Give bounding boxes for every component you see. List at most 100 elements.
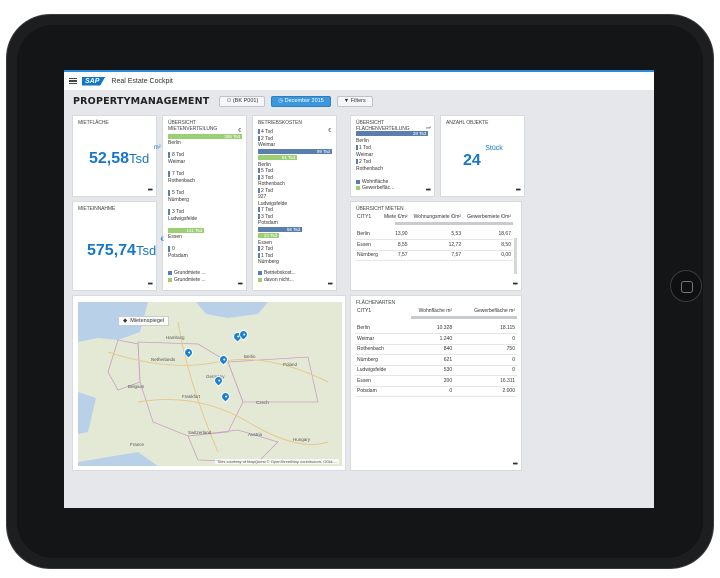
tile-title: ANZAHL OBJEKTE <box>446 120 489 126</box>
chart-bar[interactable] <box>258 187 260 193</box>
table-row[interactable]: Berlin 10.328 18.115 <box>355 323 517 334</box>
cell: Ludwigsfelde <box>355 365 402 376</box>
map-label: Netherlands <box>151 357 176 362</box>
more-icon[interactable]: ••• <box>516 187 521 194</box>
category-label: Rothenbach <box>168 178 195 184</box>
tile-uebersicht-mieten[interactable]: ÜBERSICHT MIETEN CITY1 Miete €/m² Wohnun… <box>350 201 522 291</box>
filters-button[interactable]: ▼ Filters <box>336 95 373 107</box>
chart-bar[interactable] <box>168 171 170 177</box>
cell: 10.328 <box>401 323 455 334</box>
tile-anzahl-objekte[interactable]: ANZAHL OBJEKTE 24 Stück ••• <box>440 115 525 197</box>
more-icon[interactable]: ••• <box>328 281 333 288</box>
category-label: Weimar <box>258 142 276 148</box>
map-label: Switzerland <box>188 430 212 435</box>
mieten-table: CITY1 Miete €/m² Wohnungsmiete €/m² Gewe… <box>355 214 513 261</box>
column-header[interactable]: Gewerbemiete €/m² <box>463 214 513 220</box>
chart-bar[interactable] <box>168 152 170 158</box>
category-label: Potsdam <box>258 220 278 226</box>
table-row[interactable]: Ludwigsfelde 530 0 <box>355 365 517 376</box>
legend-swatch <box>258 278 262 282</box>
bar-label: 7 Tsd <box>172 171 184 177</box>
chart-bar[interactable]: 23 Tsd <box>258 233 279 238</box>
bar-label: 2 Tsd <box>261 135 273 142</box>
home-button[interactable] <box>670 270 702 302</box>
kpi-value: 24 <box>463 152 481 169</box>
chart-bar[interactable]: 141 Tsd <box>168 228 204 233</box>
table-row[interactable]: Rothenbach 840 750 <box>355 344 517 355</box>
table-row[interactable]: Nürnberg 7,57 7,57 0,00 <box>355 250 513 261</box>
tile-map[interactable]: ◆ Mietenspiegel Hamburg Netherlands Belgi… <box>72 295 346 471</box>
chart-bar[interactable] <box>258 252 260 258</box>
more-icon[interactable]: ••• <box>513 281 518 288</box>
tile-mietverteilung[interactable]: ÜBERSICHT MIETENVERTEILUNG € 286 Tsd Berl… <box>162 115 247 291</box>
chart-bar[interactable] <box>258 213 260 219</box>
chart-bar[interactable] <box>258 246 260 251</box>
scrollbar[interactable] <box>514 238 517 274</box>
filter-icon: ▼ <box>343 98 351 104</box>
category-label: Weimar <box>168 159 186 165</box>
table-row[interactable]: Essen 200 16.311 <box>355 375 517 387</box>
app-screen: SAP Real Estate Cockpit PROPERTYMANAGEME… <box>64 70 654 508</box>
chart-bar[interactable] <box>356 159 358 164</box>
table-row[interactable]: Nürnberg 621 0 <box>355 354 517 366</box>
tile-mietflaeche[interactable]: MIETFLÄCHE 52,58Tsd m² ••• <box>72 115 161 197</box>
layer-toggle[interactable]: ◆ Mietenspiegel <box>118 316 170 326</box>
table-row[interactable]: Potsdam 0 2.000 <box>355 386 517 397</box>
legend-label: davon nicht... <box>264 277 294 283</box>
bar-label: 99 Tsd <box>316 148 330 154</box>
cell: 840 <box>401 344 455 355</box>
chart-bar[interactable]: 99 Tsd <box>258 148 332 154</box>
chart-bar[interactable]: 51 Tsd <box>258 155 297 160</box>
tile-flaechenverteilung[interactable]: ÜBERSICHT FLÄCHENVERTEILUNG m² 28 Tsd Ber… <box>350 115 435 197</box>
kpi-unit: Stück <box>485 144 503 152</box>
app-title: Real Estate Cockpit <box>111 77 173 85</box>
bar-label: 3 Tsd <box>261 174 273 181</box>
chart-bar[interactable] <box>258 135 260 141</box>
chart-bar[interactable] <box>168 190 170 196</box>
more-icon[interactable]: ••• <box>148 187 153 194</box>
legend-label: Betriebskost... <box>264 270 296 276</box>
more-icon[interactable]: ••• <box>148 281 153 288</box>
chart-bar[interactable] <box>258 168 260 173</box>
chart-bar[interactable]: 286 Tsd <box>168 134 242 139</box>
more-icon[interactable]: ••• <box>513 461 518 468</box>
tile-title: FLÄCHENARTEN <box>356 300 395 306</box>
kpi-mietflaeche: 52,58Tsd m² <box>89 145 161 168</box>
bar-label: 5 Tsd <box>172 190 184 196</box>
chart-bar[interactable]: 28 Tsd <box>356 131 428 136</box>
chart-bar[interactable]: 56 Tsd <box>258 226 302 232</box>
date-button[interactable]: ◷ December 2015 <box>271 95 331 107</box>
chart-bar[interactable] <box>168 246 170 252</box>
chart-bar[interactable] <box>168 209 170 215</box>
bar-label: 2 Tsd <box>261 246 273 252</box>
tile-flaechenarten[interactable]: FLÄCHENARTEN CITY1 Wohnfläche m² Gewerbe… <box>350 295 522 471</box>
more-icon[interactable]: ••• <box>426 187 431 194</box>
chart-bar[interactable] <box>258 129 260 134</box>
category-label: Rothenbach <box>258 181 285 187</box>
tile-betriebskosten[interactable]: BETRIEBSKOSTEN € 4 Tsd 2 Tsd Weimar 99 Tsd 5… <box>252 115 337 291</box>
category-label: Potsdam <box>168 253 188 259</box>
map-view[interactable]: ◆ Mietenspiegel Hamburg Netherlands Belgi… <box>78 302 342 466</box>
bar-label: 3 Tsd <box>261 213 273 220</box>
more-icon[interactable]: ••• <box>238 281 243 288</box>
table-row[interactable]: Weimar 1.240 0 <box>355 333 517 345</box>
category-label: Rothenbach <box>356 166 383 172</box>
chart-bar[interactable] <box>258 174 260 180</box>
kpi-value: 52,58 <box>89 150 130 167</box>
kpi-unit: Tsd <box>129 151 150 166</box>
column-header[interactable]: Wohnungsmiete €/m² <box>410 214 464 220</box>
legend-label: Grundmiete ... <box>174 270 206 276</box>
column-header[interactable]: Miete €/m² <box>381 214 410 220</box>
table-row[interactable]: Berlin 13,90 5,53 18,67 <box>355 229 513 240</box>
page-title: PROPERTYMANAGEMENT <box>73 95 210 107</box>
bar-label: 2 Tsd <box>261 187 273 194</box>
bk-filter-button[interactable]: ⚇ (BK P001) <box>219 95 266 107</box>
chart-bar[interactable] <box>258 207 260 212</box>
kpi-anzahl: 24 Stück <box>463 145 503 170</box>
chart-bar[interactable] <box>356 145 358 150</box>
menu-icon[interactable] <box>69 76 77 86</box>
cell: 530 <box>401 365 455 376</box>
table-row[interactable]: Essen 8,55 12,72 8,50 <box>355 239 513 251</box>
tile-mieteinnahme[interactable]: MIETEINNAHME 575,74Tsd € ••• <box>72 201 164 291</box>
bar-label: 1 Tsd <box>261 252 273 259</box>
